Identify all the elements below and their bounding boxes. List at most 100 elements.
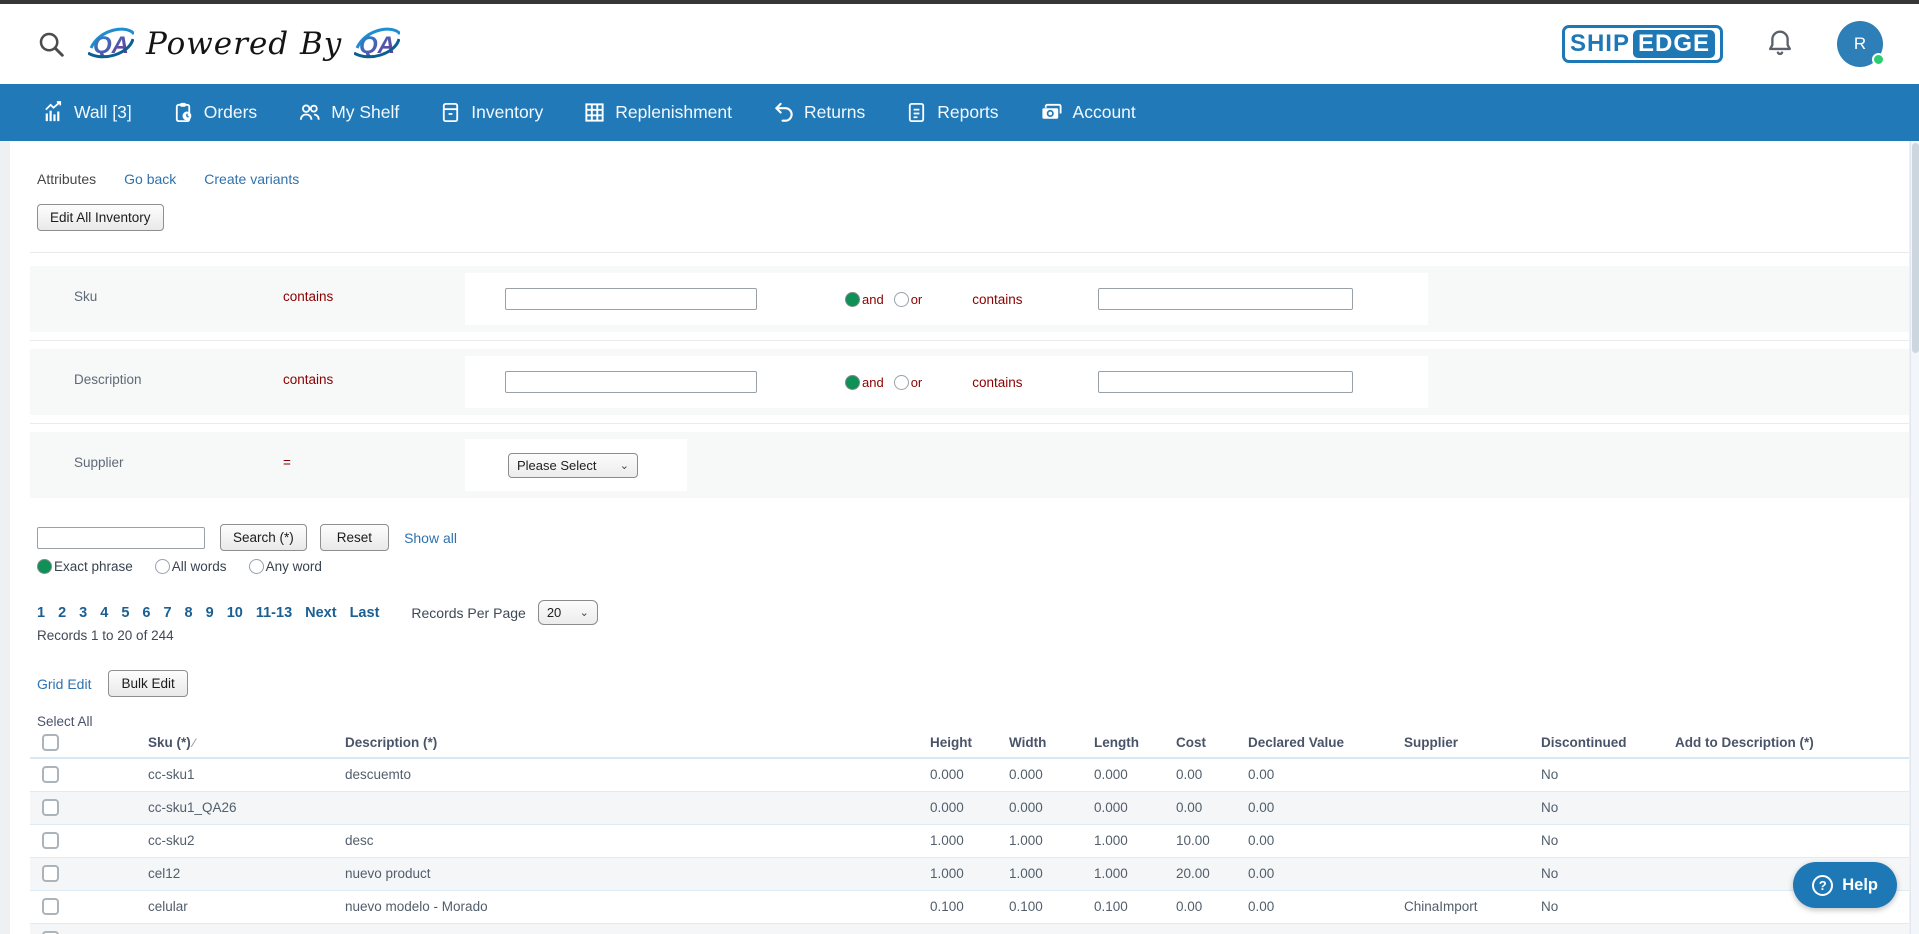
nav-item-inventory[interactable]: Inventory	[439, 101, 543, 124]
help-button[interactable]: ? Help	[1793, 862, 1897, 908]
row-checkbox[interactable]	[42, 865, 59, 882]
records-per-page-label: Records Per Page	[411, 605, 525, 621]
grid-edit-link[interactable]: Grid Edit	[37, 676, 91, 692]
cell-cost: 0.00	[1176, 791, 1248, 824]
filter-input-area: and or contains	[465, 273, 1428, 325]
row-checkbox[interactable]	[42, 766, 59, 783]
shipedge-logo[interactable]: SHIP EDGE	[1562, 25, 1723, 63]
page-link-1[interactable]: 1	[37, 605, 45, 621]
any-word-radio[interactable]	[249, 559, 264, 574]
cell-add-to-description	[1675, 791, 1909, 824]
exact-phrase-radio[interactable]	[37, 559, 52, 574]
cell-declared-value: 0.00	[1248, 824, 1404, 857]
search-mode-radios: Exact phrase All words Any word	[37, 559, 1909, 574]
description-contains-input-1[interactable]	[505, 371, 757, 393]
column-header-cost[interactable]: Cost	[1176, 730, 1248, 758]
sku-contains-input-1[interactable]	[505, 288, 757, 310]
column-header-width[interactable]: Width	[1009, 730, 1094, 758]
bulk-edit-button[interactable]: Bulk Edit	[108, 670, 187, 697]
column-header-discontinued[interactable]: Discontinued	[1541, 730, 1675, 758]
filter-input-area: and or contains	[465, 356, 1428, 408]
supplier-select[interactable]: Please Select ⌄	[508, 453, 638, 478]
page-link-6[interactable]: 6	[142, 605, 150, 621]
returns-icon	[772, 101, 795, 124]
filter-section: Sku contains and or contains Description…	[30, 252, 1909, 498]
cell-cost: 0.00	[1176, 758, 1248, 791]
row-checkbox[interactable]	[42, 898, 59, 915]
and-radio[interactable]	[845, 375, 860, 390]
page-link-2[interactable]: 2	[58, 605, 66, 621]
cell-supplier	[1404, 857, 1541, 890]
search-button[interactable]: Search (*)	[220, 524, 307, 551]
and-radio[interactable]	[845, 292, 860, 307]
select-all-label: Select All	[37, 714, 1909, 729]
select-all-checkbox[interactable]	[42, 734, 59, 751]
filter-input-area: Please Select ⌄	[465, 439, 687, 491]
cell-discontinued: No	[1541, 791, 1675, 824]
scrollbar-thumb[interactable]	[1912, 143, 1919, 353]
show-all-link[interactable]: Show all	[404, 530, 457, 546]
page-link-3[interactable]: 3	[79, 605, 87, 621]
go-back-link[interactable]: Go back	[124, 171, 176, 187]
description-contains-input-2[interactable]	[1098, 371, 1353, 393]
filter-field-label: Description	[74, 372, 142, 387]
table-row: cel12 nuevo product 1.000 1.000 1.000 20…	[30, 857, 1909, 890]
sku-contains-input-2[interactable]	[1098, 288, 1353, 310]
cell-height: 0.000	[930, 791, 1009, 824]
cell-width: 1.000	[1009, 857, 1094, 890]
page-link-4[interactable]: 4	[100, 605, 108, 621]
or-radio[interactable]	[894, 375, 909, 390]
nav-item-reports[interactable]: Reports	[905, 101, 998, 124]
cell-discontinued: No	[1541, 824, 1675, 857]
nav-item-orders[interactable]: Orders	[172, 101, 257, 124]
column-header-supplier[interactable]: Supplier	[1404, 730, 1541, 758]
column-header-declared-value[interactable]: Declared Value	[1248, 730, 1404, 758]
or-radio[interactable]	[894, 292, 909, 307]
column-header-sku[interactable]: Sku (*)⁄	[148, 730, 345, 758]
nav-item-replenishment[interactable]: Replenishment	[583, 101, 732, 124]
cell-cost: 0.00	[1176, 890, 1248, 923]
nav-item-returns[interactable]: Returns	[772, 101, 865, 124]
page-link-8[interactable]: 8	[185, 605, 193, 621]
cell-discontinued: No	[1541, 890, 1675, 923]
cell-discontinued: No	[1541, 857, 1675, 890]
last-page-link[interactable]: Last	[350, 605, 380, 621]
search-controls: Search (*) Reset Show all	[37, 524, 1909, 551]
row-checkbox[interactable]	[42, 832, 59, 849]
user-avatar[interactable]: R	[1837, 21, 1883, 67]
create-variants-link[interactable]: Create variants	[204, 171, 299, 187]
account-icon	[1039, 101, 1064, 124]
notifications-bell-icon[interactable]	[1765, 28, 1795, 60]
records-per-page-select[interactable]: 20 ⌄	[538, 600, 598, 625]
all-words-radio[interactable]	[155, 559, 170, 574]
cell-width: 1.000	[1009, 824, 1094, 857]
page-link-11-13[interactable]: 11-13	[256, 605, 292, 621]
cell-supplier	[1404, 758, 1541, 791]
online-status-dot	[1872, 53, 1885, 66]
page-link-7[interactable]: 7	[163, 605, 171, 621]
nav-item-my-shelf[interactable]: My Shelf	[297, 101, 399, 124]
page-link-10[interactable]: 10	[227, 605, 243, 621]
column-header-description[interactable]: Description (*)	[345, 730, 930, 758]
column-header-height[interactable]: Height	[930, 730, 1009, 758]
app-header: QA Powered By QA SHIP EDGE R	[0, 4, 1919, 84]
search-icon[interactable]	[36, 29, 66, 59]
row-checkbox[interactable]	[42, 799, 59, 816]
next-page-link[interactable]: Next	[305, 605, 336, 621]
reset-button[interactable]: Reset	[320, 524, 389, 551]
cell-length: 0.000	[1094, 758, 1176, 791]
table-row: gif1 prueba img 0.000 40.000 40.000 10.0…	[30, 923, 1909, 934]
nav-item-account[interactable]: Account	[1039, 101, 1136, 124]
column-header-add-to-description[interactable]: Add to Description (*)	[1675, 730, 1909, 758]
shipedge-edge-text: EDGE	[1633, 30, 1715, 58]
keyword-search-input[interactable]	[37, 527, 205, 549]
edit-all-inventory-button[interactable]: Edit All Inventory	[37, 204, 164, 231]
cell-cost: 10.00	[1176, 824, 1248, 857]
page-link-5[interactable]: 5	[121, 605, 129, 621]
page-link-9[interactable]: 9	[206, 605, 214, 621]
column-header-length[interactable]: Length	[1094, 730, 1176, 758]
cell-declared-value: 0.00	[1248, 758, 1404, 791]
inventory-table: Sku (*)⁄ Description (*) Height Width Le…	[30, 730, 1909, 934]
nav-item-wall[interactable]: Wall [3]	[42, 101, 132, 124]
vertical-scrollbar[interactable]	[1910, 141, 1919, 934]
